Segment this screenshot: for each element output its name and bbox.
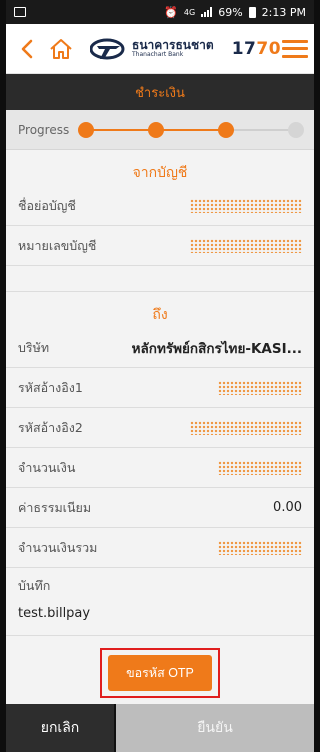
otp-area: ขอรหัส OTP <box>6 636 314 710</box>
fee-row: ค่าธรรมเนียม 0.00 <box>6 488 314 528</box>
fee-value: 0.00 <box>273 500 302 515</box>
hotline-suffix: 70 <box>256 38 282 59</box>
account-number-label: หมายเลขบัญชี <box>18 237 97 253</box>
clock: 2:13 PM <box>261 5 306 19</box>
progress-label: Progress <box>18 122 70 137</box>
progress-step-4 <box>288 121 304 138</box>
logo-mark-icon <box>89 38 128 60</box>
amount-masked-value <box>218 460 302 475</box>
otp-highlight-frame: ขอรหัส OTP <box>100 648 220 698</box>
phone-screen: ⏰ 4G 69% 2:13 PM ธนาคารธนชาต Thanachart <box>6 0 314 752</box>
ref1-masked-value <box>218 380 302 395</box>
amount-label: จำนวนเงิน <box>18 459 76 475</box>
total-masked-value <box>218 540 302 555</box>
confirm-button[interactable]: ยืนยัน <box>116 704 314 752</box>
payment-details: จากบัญชี ชื่อย่อบัญชี หมายเลขบัญชี ถึง บ… <box>6 150 314 710</box>
ref1-label: รหัสอ้างอิง1 <box>18 379 83 395</box>
ref2-label: รหัสอ้างอิง2 <box>18 419 83 435</box>
footer-actions: ยกเลิก ยืนยัน <box>6 704 314 752</box>
home-icon <box>50 38 72 59</box>
bank-logo: ธนาคารธนชาต Thanachart Bank <box>89 38 214 60</box>
logo-text: ธนาคารธนชาต <box>132 38 214 52</box>
company-row: บริษัท หลักทรัพย์กสิกรไทย-KASI... <box>6 328 314 368</box>
ref2-row: รหัสอ้างอิง2 <box>6 408 314 448</box>
app-header: ธนาคารธนชาต Thanachart Bank 1770 <box>6 24 314 74</box>
total-row: จำนวนเงินรวม <box>6 528 314 568</box>
fee-label: ค่าธรรมเนียม <box>18 499 92 515</box>
battery-icon <box>248 6 256 18</box>
note-value: test.billpay <box>18 606 91 621</box>
home-button[interactable] <box>46 34 76 64</box>
request-otp-button[interactable]: ขอรหัส OTP <box>108 655 212 691</box>
account-name-row: ชื่อย่อบัญชี <box>6 186 314 226</box>
progress-track <box>78 120 304 140</box>
back-icon <box>21 39 33 58</box>
ref2-masked-value <box>190 420 302 435</box>
alarm-icon: ⏰ <box>164 5 178 19</box>
ref1-row: รหัสอ้างอิง1 <box>6 368 314 408</box>
note-block: บันทึก test.billpay <box>6 568 314 636</box>
page-title: ชำระเงิน <box>6 74 314 110</box>
company-value: หลักทรัพย์กสิกรไทย-KASI... <box>131 340 302 357</box>
account-name-label: ชื่อย่อบัญชี <box>18 197 76 213</box>
status-bar: ⏰ 4G 69% 2:13 PM <box>6 0 314 24</box>
account-number-masked-value <box>190 238 302 253</box>
signal-icon <box>201 7 213 17</box>
hotline-number[interactable]: 1770 <box>232 39 281 59</box>
progress-step-1 <box>78 121 94 138</box>
account-number-row: หมายเลขบัญชี <box>6 226 314 266</box>
account-name-masked-value <box>190 198 302 213</box>
to-title: ถึง <box>152 307 168 323</box>
logo-subtext: Thanachart Bank <box>132 51 184 58</box>
progress-step-3 <box>218 121 234 138</box>
gallery-notification-icon <box>14 7 26 17</box>
progress-step-2 <box>148 121 164 138</box>
back-button[interactable] <box>12 34 42 64</box>
note-label: บันทึก <box>18 578 51 593</box>
menu-icon[interactable] <box>282 38 308 60</box>
cancel-button[interactable]: ยกเลิก <box>6 704 114 752</box>
battery-percent: 69% <box>218 5 243 19</box>
total-label: จำนวนเงินรวม <box>18 539 98 555</box>
hotline-prefix: 17 <box>231 38 257 59</box>
network-type: 4G <box>183 7 196 17</box>
progress-bar: Progress <box>6 110 314 150</box>
amount-row: จำนวนเงิน <box>6 448 314 488</box>
from-account-title: จากบัญชี <box>132 165 188 181</box>
company-label: บริษัท <box>18 339 50 355</box>
